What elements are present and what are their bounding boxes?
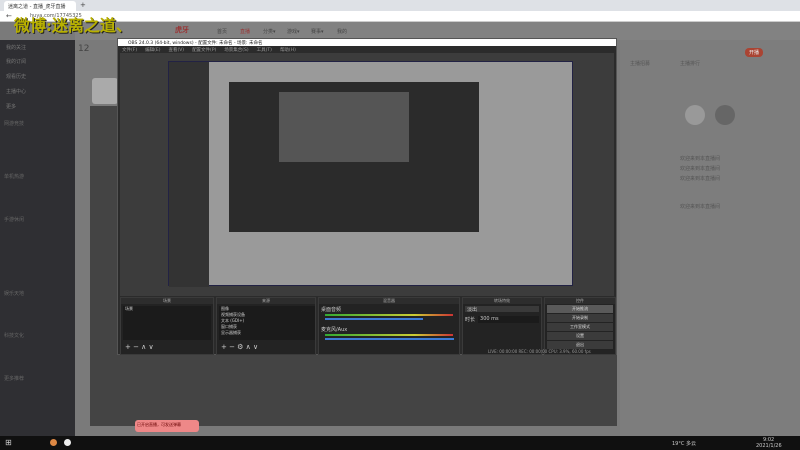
transitions-dock: 转场特效 淡出 时长 300 ms — [462, 297, 542, 355]
category-heading[interactable]: 手游休闲 — [4, 216, 24, 223]
chat-message: 欢迎来到本直播间 — [680, 204, 721, 210]
obs-icon[interactable] — [64, 439, 71, 446]
dock-title: 来源 — [217, 298, 315, 304]
nav-category[interactable]: 分类▾ — [263, 28, 276, 35]
category-heading[interactable]: 单机热游 — [4, 173, 24, 180]
nested-sidebar — [169, 62, 209, 287]
dock-title: 控件 — [545, 298, 615, 304]
source-item[interactable]: 显示器捕获 — [219, 330, 315, 336]
chat-message: 欢迎来到本直播间 — [680, 166, 721, 172]
category-heading[interactable]: 更多推荐 — [4, 375, 24, 382]
channel-name: 桌面音频 — [321, 307, 342, 313]
category-heading[interactable]: 网游竞技 — [4, 120, 24, 127]
duration-input[interactable]: 300 ms — [478, 316, 539, 323]
controls-dock: 控件 开始推流 开始录制 工作室模式 设置 退出 — [544, 297, 616, 355]
obs-preview[interactable] — [120, 53, 614, 296]
sidebar-item[interactable]: 主播中心 — [6, 88, 26, 95]
right-link[interactable]: 主播排行 — [680, 60, 700, 67]
channel-name: 麦克风/Aux — [321, 327, 348, 333]
watermark-text: 微博:迷离之道、 — [14, 16, 132, 35]
notification-popup: 已开启直播，可发送弹幕 — [135, 420, 199, 432]
mixer-dock: 混音器 桌面音频 麦克风/Aux — [318, 297, 460, 355]
clock-date[interactable]: 2021/1/26 — [756, 443, 782, 449]
category-heading[interactable]: 科技文化 — [4, 332, 24, 339]
nav-live[interactable]: 直播 — [240, 28, 250, 35]
scene-item[interactable]: 场景 — [123, 306, 211, 312]
sidebar-item[interactable]: 观看历史 — [6, 73, 26, 80]
site-logo[interactable]: 虎牙 — [175, 25, 189, 35]
recursive-preview — [168, 61, 573, 287]
add-remove-icons[interactable]: + − ∧ ∨ — [125, 343, 154, 351]
scenes-list[interactable]: 场景 — [123, 306, 211, 340]
dock-title: 场景 — [121, 298, 213, 304]
exit-button[interactable]: 退出 — [547, 341, 613, 349]
start-streaming-button[interactable]: 开始推流 — [547, 305, 613, 313]
mixer-channel: 桌面音频 — [319, 304, 459, 324]
nav-game[interactable]: 游戏▾ — [287, 28, 300, 35]
add-remove-icons[interactable]: + − ⚙ ∧ ∨ — [221, 343, 258, 351]
new-tab-button[interactable]: + — [80, 1, 86, 9]
duration-label: 时长 — [465, 317, 476, 323]
transition-select[interactable]: 淡出 — [465, 306, 539, 313]
settings-button[interactable]: 设置 — [547, 332, 613, 340]
weather-widget[interactable]: 19°C 多云 — [672, 440, 696, 447]
mixer-channel: 麦克风/Aux — [319, 324, 459, 344]
start-live-button[interactable]: 开播 — [745, 48, 764, 57]
rank-avatar[interactable] — [715, 105, 735, 125]
streamer-avatar[interactable] — [92, 78, 118, 104]
studio-mode-button[interactable]: 工作室模式 — [547, 323, 613, 331]
obs-title-bar: OBS 24.0.3 (64-bit, windows) - 配置文件: 未命名… — [118, 39, 616, 46]
volume-meter — [325, 314, 453, 316]
browser-tab-bar: 迷离之道 - 直播_虎牙直播 + — [0, 0, 800, 11]
scenes-dock: 场景 场景 + − ∧ ∨ — [120, 297, 214, 355]
start-recording-button[interactable]: 开始录制 — [547, 314, 613, 322]
chat-message: 欢迎来到本直播间 — [680, 156, 721, 162]
category-heading[interactable]: 娱乐天地 — [4, 290, 24, 297]
nav-match[interactable]: 赛事▾ — [311, 28, 324, 35]
obs-status-bar: LIVE: 00:00:00 REC: 00:00:00 CPU: 3.9%, … — [488, 349, 591, 354]
rank-avatar[interactable] — [685, 105, 705, 125]
windows-start-icon[interactable]: ⊞ — [5, 438, 12, 447]
nav-mine[interactable]: 我的 — [337, 28, 347, 35]
taskbar: ⊞ 19°C 多云 9:02 2021/1/26 — [0, 436, 800, 450]
sidebar-item[interactable]: 我的订阅 — [6, 58, 26, 65]
obs-menu-bar: 文件(F) 编辑(E) 查看(V) 配置文件(P) 场景集合(S) 工具(T) 帮助(H) — [118, 46, 616, 53]
volume-meter — [325, 334, 453, 336]
right-panel: 主播招募 主播排行 开播 欢迎来到本直播间 欢迎来到本直播间 欢迎来到本直播间 … — [620, 40, 800, 436]
sidebar: 我的关注 我的订阅 观看历史 主播中心 更多 网游竞技 单机热游 手游休闲 娱乐… — [0, 40, 75, 436]
obs-window: OBS 24.0.3 (64-bit, windows) - 配置文件: 未命名… — [117, 38, 617, 355]
back-icon[interactable]: ← — [6, 12, 12, 20]
volume-slider[interactable] — [325, 338, 455, 340]
nested-obs — [229, 82, 479, 232]
chat-message: 欢迎来到本直播间 — [680, 176, 721, 182]
volume-slider[interactable] — [325, 318, 423, 320]
right-link[interactable]: 主播招募 — [630, 60, 650, 67]
dock-title: 转场特效 — [463, 298, 541, 304]
sidebar-item[interactable]: 我的关注 — [6, 44, 26, 51]
nav-home[interactable]: 首页 — [217, 28, 227, 35]
sources-dock: 来源 图像 视频捕获设备 文本 (GDI+) 窗口捕获 显示器捕获 + − ⚙ … — [216, 297, 316, 355]
chrome-icon[interactable] — [50, 439, 57, 446]
follow-count: 12 — [78, 44, 90, 54]
browser-tab[interactable]: 迷离之道 - 直播_虎牙直播 — [4, 1, 76, 11]
nested-preview — [279, 92, 409, 162]
sources-list[interactable]: 图像 视频捕获设备 文本 (GDI+) 窗口捕获 显示器捕获 — [219, 306, 315, 340]
sidebar-item[interactable]: 更多 — [6, 103, 16, 110]
